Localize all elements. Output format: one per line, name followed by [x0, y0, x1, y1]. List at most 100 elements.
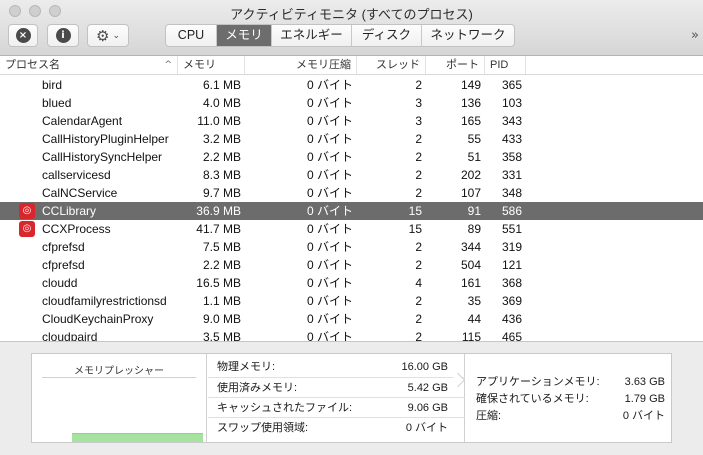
cell-process-name: CCXProcess: [42, 222, 111, 236]
cell-ports: 51: [467, 150, 481, 164]
stat-app-memory: アプリケーションメモリ: 3.63 GB: [476, 376, 665, 388]
tab-disk[interactable]: ディスク: [352, 25, 422, 46]
window-title: アクティビティモニタ (すべてのプロセス): [230, 7, 473, 22]
cell-memory: 36.9 MB: [196, 204, 241, 218]
cell-process-name: callservicesd: [42, 168, 111, 182]
inspect-process-button[interactable]: i: [47, 24, 79, 47]
cell-memory: 4.0 MB: [202, 96, 241, 110]
cell-pid: 365: [501, 78, 522, 92]
cell-compressed: 0 バイト: [306, 312, 353, 326]
sort-ascending-icon: ^: [164, 60, 172, 70]
chevron-down-icon: ⌄: [112, 30, 120, 41]
cell-memory: 1.1 MB: [202, 294, 241, 308]
creative-cloud-icon: ◎: [19, 221, 35, 237]
cell-process-name: cloudfamilyrestrictionsd: [42, 294, 167, 308]
cell-memory: 3.2 MB: [202, 132, 241, 146]
cell-threads: 2: [415, 294, 422, 308]
cell-compressed: 0 バイト: [306, 132, 353, 146]
column-header-threads[interactable]: スレッド: [357, 56, 426, 74]
column-header-ports[interactable]: ポート: [426, 56, 485, 74]
stop-icon: ×: [15, 28, 31, 43]
table-row[interactable]: cloudfamilyrestrictionsd 1.1 MB 0 バイト 2 35 36…: [0, 292, 703, 310]
cell-memory: 2.2 MB: [202, 150, 241, 164]
tab-memory[interactable]: メモリ: [217, 25, 272, 46]
cell-threads: 15: [408, 204, 422, 218]
table-row[interactable]: CallHistorySyncHelper 2.2 MB 0 バイト 2 51 358: [0, 148, 703, 166]
cell-pid: 586: [501, 204, 522, 218]
cell-compressed: 0 バイト: [306, 222, 353, 236]
cell-compressed: 0 バイト: [306, 186, 353, 200]
memory-pressure-title: メモリプレッシャー: [74, 366, 164, 377]
cell-compressed: 0 バイト: [306, 96, 353, 110]
stop-process-button[interactable]: ×: [8, 24, 38, 47]
column-header-pid[interactable]: PID: [485, 56, 526, 74]
info-icon: i: [55, 28, 71, 43]
cell-compressed: 0 バイト: [306, 78, 353, 92]
cell-process-name: cfprefsd: [42, 258, 85, 272]
cell-pid: 103: [501, 96, 522, 110]
table-row[interactable]: CalNCService 9.7 MB 0 バイト 2 107 348: [0, 184, 703, 202]
memory-summary-box: メモリプレッシャー 物理メモリ: 16.00 GB 使用済みメモリ: 5.42 …: [31, 353, 672, 443]
cell-ports: 161: [460, 276, 481, 290]
toolbar-overflow-icon[interactable]: »: [691, 28, 699, 43]
cell-pid: 319: [501, 240, 522, 254]
cell-ports: 165: [460, 114, 481, 128]
stat-cached-files: キャッシュされたファイル: 9.06 GB: [208, 397, 465, 417]
cell-compressed: 0 バイト: [306, 114, 353, 128]
cell-pid: 369: [501, 294, 522, 308]
cell-process-name: CloudKeychainProxy: [42, 312, 154, 326]
stat-used-memory[interactable]: 使用済みメモリ: 5.42 GB: [208, 377, 465, 397]
stat-compressed: 圧縮: 0 バイト: [476, 410, 665, 422]
cell-pid: 348: [501, 186, 522, 200]
cell-pid: 551: [501, 222, 522, 236]
gear-icon: ⚙: [96, 26, 110, 45]
column-header-process-name[interactable]: プロセス名 ^: [0, 56, 178, 74]
cell-memory: 41.7 MB: [196, 222, 241, 236]
cell-pid: 433: [501, 132, 522, 146]
cell-ports: 35: [467, 294, 481, 308]
tab-network[interactable]: ネットワーク: [422, 25, 514, 46]
cell-compressed: 0 バイト: [306, 150, 353, 164]
cell-ports: 91: [467, 204, 481, 218]
stat-swap-used: スワップ使用領域: 0 バイト: [208, 417, 465, 437]
table-row[interactable]: callservicesd 8.3 MB 0 バイト 2 202 331: [0, 166, 703, 184]
table-row[interactable]: CloudKeychainProxy 9.0 MB 0 バイト 2 44 436: [0, 310, 703, 328]
action-menu-button[interactable]: ⚙ ⌄: [87, 24, 129, 47]
cell-process-name: blued: [42, 96, 72, 110]
tab-selector: CPU メモリ エネルギー ディスク ネットワーク: [165, 24, 515, 47]
used-memory-breakdown: アプリケーションメモリ: 3.63 GB 確保されているメモリ: 1.79 GB…: [466, 354, 671, 442]
table-row[interactable]: cloudd 16.5 MB 0 バイト 4 161 368: [0, 274, 703, 292]
cell-threads: 2: [415, 312, 422, 326]
tab-energy[interactable]: エネルギー: [272, 25, 352, 46]
cell-compressed: 0 バイト: [306, 258, 353, 272]
cell-compressed: 0 バイト: [306, 168, 353, 182]
cell-ports: 136: [460, 96, 481, 110]
cell-threads: 2: [415, 330, 422, 341]
cell-ports: 344: [460, 240, 481, 254]
cell-threads: 2: [415, 168, 422, 182]
table-row[interactable]: bird 6.1 MB 0 バイト 2 149 365: [0, 76, 703, 94]
table-row[interactable]: CallHistoryPluginHelper 3.2 MB 0 バイト 2 55 433: [0, 130, 703, 148]
cell-pid: 436: [501, 312, 522, 326]
table-row[interactable]: CalendarAgent 11.0 MB 0 バイト 3 165 343: [0, 112, 703, 130]
cell-threads: 2: [415, 186, 422, 200]
cell-memory: 8.3 MB: [202, 168, 241, 182]
cell-process-name: CallHistoryPluginHelper: [42, 132, 169, 146]
table-row[interactable]: ◎ CCXProcess 41.7 MB 0 バイト 15 89 551: [0, 220, 703, 238]
cell-compressed: 0 バイト: [306, 276, 353, 290]
column-header-memory[interactable]: メモリ: [178, 56, 245, 74]
cell-pid: 368: [501, 276, 522, 290]
table-row[interactable]: cloudpaird 3.5 MB 0 バイト 2 115 465: [0, 328, 703, 341]
memory-summary-panel: メモリプレッシャー 物理メモリ: 16.00 GB 使用済みメモリ: 5.42 …: [0, 341, 703, 455]
tab-cpu[interactable]: CPU: [166, 25, 217, 46]
column-header-compressed[interactable]: メモリ圧縮: [245, 56, 357, 74]
cell-threads: 2: [415, 132, 422, 146]
cell-process-name: CalNCService: [42, 186, 118, 200]
cell-memory: 16.5 MB: [196, 276, 241, 290]
table-row[interactable]: blued 4.0 MB 0 バイト 3 136 103: [0, 94, 703, 112]
table-row[interactable]: cfprefsd 2.2 MB 0 バイト 2 504 121: [0, 256, 703, 274]
memory-stats: 物理メモリ: 16.00 GB 使用済みメモリ: 5.42 GB キャッシュされ…: [208, 354, 465, 442]
table-row[interactable]: cfprefsd 7.5 MB 0 バイト 2 344 319: [0, 238, 703, 256]
cell-ports: 115: [461, 330, 481, 341]
table-row[interactable]: ◎ CCLibrary 36.9 MB 0 バイト 15 91 586: [0, 202, 703, 220]
